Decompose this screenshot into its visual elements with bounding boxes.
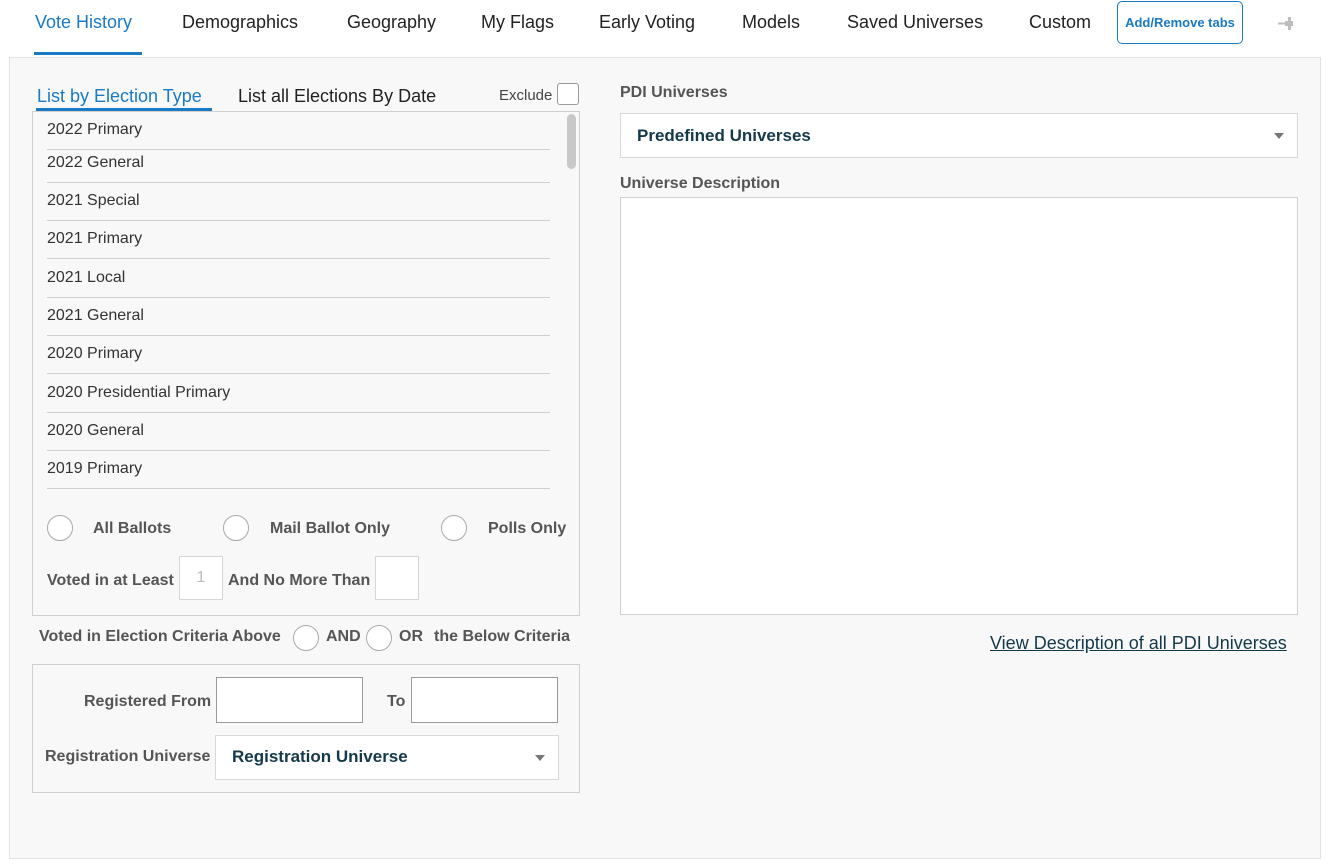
pdi-universes-value: Predefined Universes xyxy=(637,126,811,145)
pdi-universes-label: PDI Universes xyxy=(620,84,728,101)
all-ballots-label: All Ballots xyxy=(93,520,172,537)
criteria-suffix-label: the Below Criteria xyxy=(434,628,571,645)
and-label: AND xyxy=(326,628,361,645)
exclude-checkbox[interactable] xyxy=(557,83,579,105)
mail-ballot-only-label: Mail Ballot Only xyxy=(270,520,391,537)
chevron-down-icon xyxy=(535,755,545,761)
election-item[interactable]: 2020 Presidential Primary xyxy=(47,375,550,413)
registration-universe-select[interactable]: Registration Universe xyxy=(215,735,559,780)
registration-universe-label: Registration Universe xyxy=(45,748,211,765)
election-item[interactable]: 2021 General xyxy=(47,298,550,336)
view-pdi-descriptions-link[interactable]: View Description of all PDI Universes xyxy=(990,633,1287,654)
election-list-box: 2022 Primary 2022 General 2021 Special 2… xyxy=(32,111,580,616)
pin-icon[interactable] xyxy=(1276,14,1298,34)
tab-geography[interactable]: Geography xyxy=(347,12,436,33)
chevron-down-icon xyxy=(1274,133,1284,139)
registered-to-input[interactable] xyxy=(411,677,558,723)
subtab-list-by-date[interactable]: List all Elections By Date xyxy=(238,86,436,107)
tab-vote-history[interactable]: Vote History xyxy=(35,12,132,33)
registration-universe-value: Registration Universe xyxy=(232,747,408,766)
tab-models[interactable]: Models xyxy=(742,12,800,33)
polls-only-label: Polls Only xyxy=(488,520,567,537)
mail-ballot-only-radio[interactable] xyxy=(223,515,249,541)
election-item[interactable]: 2021 Special xyxy=(47,183,550,221)
election-list-scrollbar[interactable] xyxy=(567,114,576,169)
no-more-than-input[interactable] xyxy=(375,556,419,600)
election-item[interactable]: 2021 Primary xyxy=(47,221,550,259)
or-label: OR xyxy=(399,628,423,645)
voted-at-least-input[interactable]: 1 xyxy=(179,556,223,600)
election-item[interactable]: 2020 Primary xyxy=(47,336,550,374)
or-radio[interactable] xyxy=(366,625,392,651)
subtab-list-by-election-type[interactable]: List by Election Type xyxy=(37,86,202,107)
polls-only-radio[interactable] xyxy=(441,515,467,541)
active-tab-indicator xyxy=(34,52,142,55)
registration-box: Registered From To Registration Universe… xyxy=(32,664,580,793)
pdi-universes-select[interactable]: Predefined Universes xyxy=(620,113,1298,158)
universe-description-box[interactable] xyxy=(620,197,1298,615)
registered-from-label: Registered From xyxy=(84,693,212,710)
election-item[interactable]: 2020 General xyxy=(47,413,550,451)
tab-my-flags[interactable]: My Flags xyxy=(481,12,554,33)
election-item[interactable]: 2021 Local xyxy=(47,260,550,298)
registered-to-label: To xyxy=(387,693,406,710)
top-tab-bar: Vote History Demographics Geography My F… xyxy=(0,0,1328,58)
election-list[interactable]: 2022 Primary 2022 General 2021 Special 2… xyxy=(33,112,579,502)
universe-description-label: Universe Description xyxy=(620,175,781,192)
registered-from-input[interactable] xyxy=(216,677,363,723)
tab-custom[interactable]: Custom xyxy=(1029,12,1091,33)
tab-early-voting[interactable]: Early Voting xyxy=(599,12,695,33)
election-item[interactable]: 2019 Primary xyxy=(47,451,550,489)
tab-demographics[interactable]: Demographics xyxy=(182,12,298,33)
no-more-than-label: And No More Than xyxy=(228,572,371,589)
add-remove-tabs-button[interactable]: Add/Remove tabs xyxy=(1117,1,1243,44)
voted-at-least-label: Voted in at Least xyxy=(47,572,174,589)
exclude-label: Exclude xyxy=(499,87,553,104)
all-ballots-radio[interactable] xyxy=(47,515,73,541)
criteria-prefix-label: Voted in Election Criteria Above xyxy=(39,628,281,645)
election-item[interactable]: 2022 General xyxy=(47,145,550,183)
and-radio[interactable] xyxy=(293,625,319,651)
tab-saved-universes[interactable]: Saved Universes xyxy=(847,12,983,33)
